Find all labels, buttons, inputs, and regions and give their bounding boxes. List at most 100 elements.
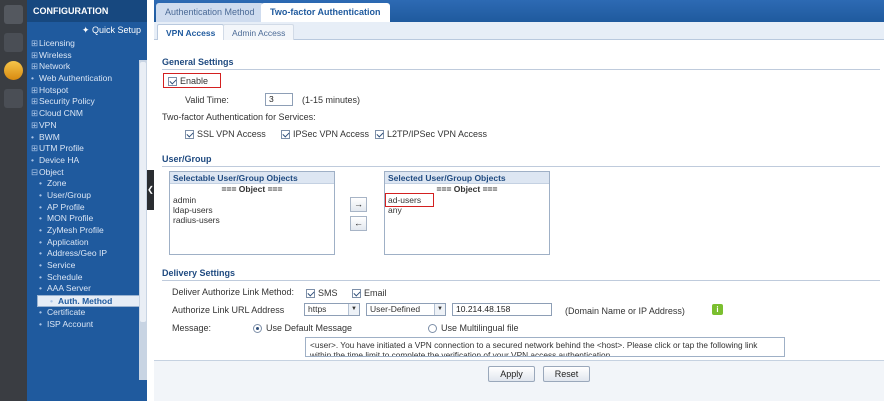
- sidebar-item-device-ha[interactable]: • Device HA: [27, 155, 147, 167]
- sidebar-item-web-authentication[interactable]: • Web Authentication: [27, 73, 147, 85]
- sidebar-subitem-schedule[interactable]: • Schedule: [27, 272, 147, 284]
- sidebar-item-cloud-cnm[interactable]: ⊞Cloud CNM: [27, 108, 147, 120]
- wand-icon: ✦: [81, 25, 92, 35]
- expand-icon: ⊞: [31, 38, 39, 48]
- default-message-radio[interactable]: [253, 324, 262, 334]
- sidebar-item-vpn[interactable]: ⊞VPN: [27, 120, 147, 132]
- sidebar-item-bwm[interactable]: • BWM: [27, 132, 147, 144]
- sidebar-item-utm-profile[interactable]: ⊞UTM Profile: [27, 143, 147, 155]
- sidebar-subitem-zone[interactable]: • Zone: [27, 178, 147, 190]
- footer-bar: Apply Reset: [154, 360, 884, 401]
- delivery-settings-title: Delivery Settings: [162, 268, 236, 278]
- sidebar-subitem-mon-profile[interactable]: • MON Profile: [27, 213, 147, 225]
- move-right-button[interactable]: →: [350, 197, 367, 212]
- dashboard-icon[interactable]: [4, 5, 23, 24]
- host-address-input[interactable]: 10.214.48.158: [452, 303, 552, 316]
- sidebar-subitem-ap-profile[interactable]: • AP Profile: [27, 202, 147, 214]
- host-type-select[interactable]: User-Defined ▼: [366, 303, 446, 316]
- expand-icon: ⊞: [31, 84, 39, 95]
- collapse-icon: ⊟: [31, 166, 39, 177]
- bullet-icon: •: [39, 318, 42, 329]
- sidebar-subitem-service[interactable]: • Service: [27, 260, 147, 272]
- sidebar-subitem-zymesh-profile[interactable]: • ZyMesh Profile: [27, 225, 147, 237]
- bullet-icon: •: [31, 73, 34, 84]
- sidebar-item-licensing[interactable]: ⊞Licensing: [27, 38, 147, 50]
- tab-authentication-method[interactable]: Authentication Method: [156, 3, 264, 22]
- monitor-icon[interactable]: [4, 33, 23, 52]
- ipsec-vpn-checkbox[interactable]: [281, 130, 290, 140]
- divider: [162, 166, 880, 167]
- icon-rail: [0, 0, 27, 401]
- ssl-vpn-checkbox-row[interactable]: SSL VPN Access: [185, 129, 266, 140]
- expand-icon: ⊞: [31, 61, 39, 72]
- bullet-icon: •: [39, 213, 42, 224]
- chevron-down-icon: ▼: [434, 304, 445, 315]
- tab-vpn-access[interactable]: VPN Access: [157, 24, 225, 40]
- sidebar-item-wireless[interactable]: ⊞Wireless: [27, 50, 147, 62]
- sidebar-item-network[interactable]: ⊞Network: [27, 61, 147, 73]
- sidebar-item-hotspot[interactable]: ⊞Hotspot: [27, 85, 147, 97]
- list-item[interactable]: ldap-users: [170, 205, 334, 215]
- sidebar-menu: ⊞Licensing ⊞Wireless ⊞Network • Web Authenti…: [27, 38, 147, 330]
- valid-time-input[interactable]: 3: [265, 93, 293, 106]
- valid-time-hint: (1-15 minutes): [302, 95, 361, 105]
- expand-icon: ⊞: [31, 143, 39, 154]
- sms-checkbox-row[interactable]: SMS: [306, 288, 338, 299]
- sidebar-scroll-thumb[interactable]: [140, 62, 146, 322]
- sidebar-subitem-aaa-server[interactable]: • AAA Server: [27, 283, 147, 295]
- info-icon[interactable]: i: [712, 304, 723, 315]
- bullet-icon: •: [39, 225, 42, 235]
- bullet-icon: •: [31, 154, 34, 165]
- move-left-button[interactable]: ←: [350, 216, 367, 231]
- divider: [162, 280, 880, 281]
- maintenance-icon[interactable]: [4, 89, 23, 108]
- sms-checkbox[interactable]: [306, 289, 315, 299]
- tab-two-factor-authentication[interactable]: Two-factor Authentication: [261, 3, 390, 22]
- list-item[interactable]: admin: [170, 195, 334, 205]
- valid-time-label: Valid Time:: [185, 95, 229, 105]
- sidebar-subitem-certificate[interactable]: • Certificate: [27, 307, 147, 319]
- tab-admin-access[interactable]: Admin Access: [223, 24, 295, 40]
- collapse-sidebar-handle[interactable]: ❮: [147, 170, 154, 210]
- general-settings-title: General Settings: [162, 57, 234, 67]
- bullet-icon: •: [39, 283, 42, 294]
- app-window: CONFIGURATION ✦ Quick Setup ⊞Licensing ⊞W…: [0, 0, 884, 401]
- highlight-box: [163, 73, 221, 88]
- l2tp-vpn-checkbox-row[interactable]: L2TP/IPSec VPN Access: [375, 129, 487, 140]
- highlight-box: [385, 193, 434, 207]
- message-label: Message:: [172, 323, 212, 333]
- chevron-down-icon: ▼: [348, 304, 359, 315]
- sidebar-subitem-address-geo-ip[interactable]: • Address/Geo IP: [27, 248, 147, 260]
- selectable-objects-list[interactable]: Selectable User/Group Objects === Object…: [169, 171, 335, 255]
- selected-objects-list[interactable]: Selected User/Group Objects === Object =…: [384, 171, 550, 255]
- divider: [162, 69, 880, 70]
- top-tab-bar: Authentication Method Two-factor Authent…: [154, 0, 884, 22]
- sidebar-subitem-isp-account[interactable]: • ISP Account: [27, 319, 147, 331]
- protocol-select[interactable]: https ▼: [304, 303, 360, 316]
- sidebar-item-security-policy[interactable]: ⊞Security Policy: [27, 96, 147, 108]
- configuration-gear-icon[interactable]: [4, 61, 23, 80]
- multilingual-radio[interactable]: [428, 324, 437, 334]
- apply-button[interactable]: Apply: [488, 366, 535, 382]
- sub-tab-bar: VPN Access Admin Access: [154, 22, 884, 40]
- ssl-vpn-checkbox[interactable]: [185, 130, 194, 140]
- bullet-icon: •: [39, 248, 42, 259]
- sidebar: CONFIGURATION ✦ Quick Setup ⊞Licensing ⊞W…: [27, 0, 147, 401]
- list-item[interactable]: radius-users: [170, 215, 334, 225]
- email-checkbox[interactable]: [352, 289, 361, 299]
- ipsec-vpn-checkbox-row[interactable]: IPSec VPN Access: [281, 129, 369, 140]
- multilingual-radio-row[interactable]: Use Multilingual file: [428, 323, 519, 334]
- l2tp-vpn-checkbox[interactable]: [375, 130, 384, 140]
- url-address-label: Authorize Link URL Address: [172, 305, 285, 315]
- sidebar-subitem-user-group[interactable]: • User/Group: [27, 190, 147, 202]
- sidebar-subitem-auth-method[interactable]: • Auth. Method: [37, 295, 147, 307]
- sidebar-subitem-application[interactable]: • Application: [27, 237, 147, 249]
- quick-setup-link[interactable]: ✦ Quick Setup: [27, 22, 147, 38]
- message-textarea[interactable]: <user>. You have initiated a VPN connect…: [305, 337, 785, 357]
- default-message-radio-row[interactable]: Use Default Message: [253, 323, 352, 334]
- sidebar-item-object[interactable]: ⊟Object: [27, 167, 147, 179]
- expand-icon: ⊞: [31, 96, 39, 107]
- services-label: Two-factor Authentication for Services:: [162, 112, 316, 122]
- email-checkbox-row[interactable]: Email: [352, 288, 387, 299]
- reset-button[interactable]: Reset: [543, 366, 590, 382]
